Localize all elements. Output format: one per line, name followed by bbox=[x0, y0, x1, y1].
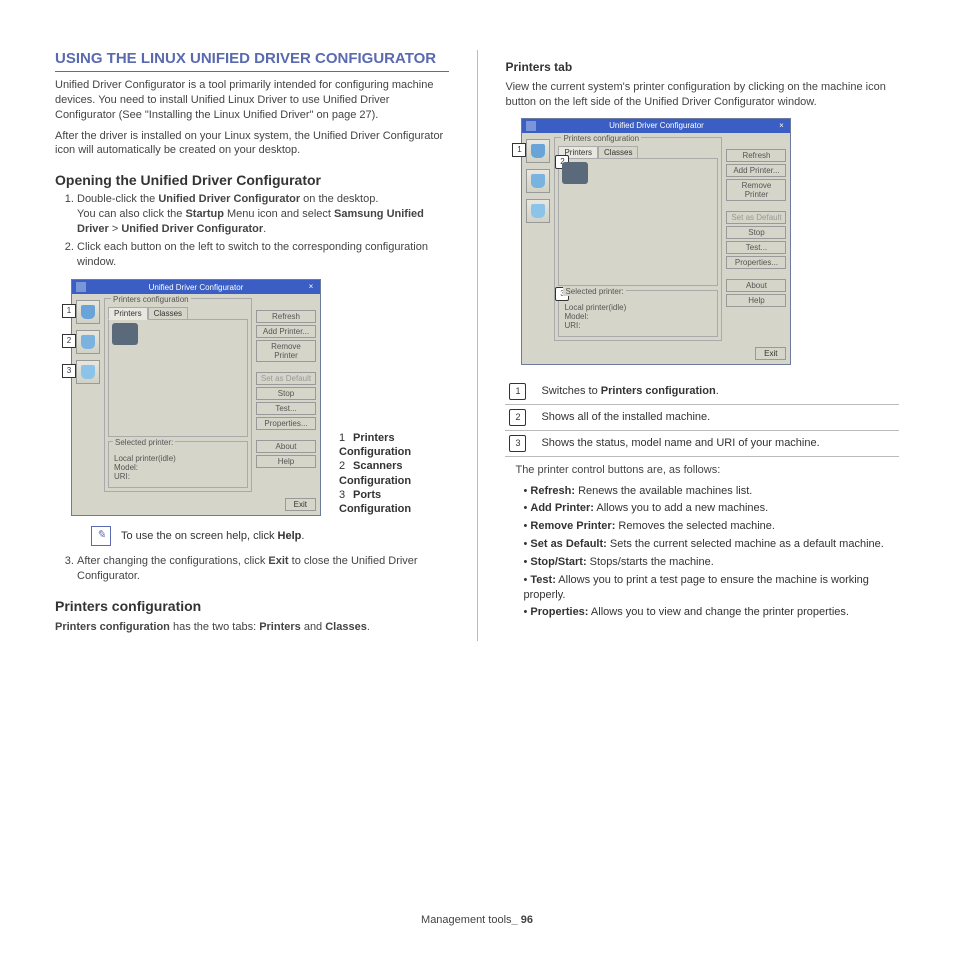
sidebar-ports-button[interactable] bbox=[526, 199, 550, 223]
test-button[interactable]: Test... bbox=[726, 241, 786, 254]
opening-heading: Opening the Unified Driver Configurator bbox=[55, 172, 449, 188]
selected-printer-info: Selected printer: Local printer(idle) Mo… bbox=[108, 441, 248, 488]
tab-printers[interactable]: Printers bbox=[108, 307, 148, 320]
remove-printer-button[interactable]: Remove Printer bbox=[726, 179, 786, 201]
selected-printer-info: 3 Selected printer: Local printer(idle) … bbox=[558, 290, 718, 337]
sidebar-printers-button[interactable]: 1 bbox=[76, 300, 100, 324]
stop-button[interactable]: Stop bbox=[726, 226, 786, 239]
printer-icon[interactable] bbox=[112, 323, 138, 345]
intro-para-1: Unified Driver Configurator is a tool pr… bbox=[55, 78, 449, 123]
test-button[interactable]: Test... bbox=[256, 402, 316, 415]
table-row: 1 Switches to Printers configuration. bbox=[505, 379, 899, 405]
close-icon[interactable]: × bbox=[776, 121, 786, 131]
sidebar-ports-button[interactable]: 3 bbox=[76, 360, 100, 384]
controls-intro: The printer control buttons are, as foll… bbox=[515, 463, 899, 478]
step-2: Click each button on the left to switch … bbox=[77, 240, 449, 270]
config-window-2: Unified Driver Configurator × 1 Printers… bbox=[521, 118, 791, 365]
step-1: Double-click the Unified Driver Configur… bbox=[77, 192, 449, 237]
callout-table: 1 Switches to Printers configuration. 2 … bbox=[505, 379, 899, 457]
exit-button[interactable]: Exit bbox=[755, 347, 786, 360]
help-button[interactable]: Help bbox=[726, 294, 786, 307]
printers-config-heading: Printers configuration bbox=[55, 598, 449, 614]
printers-config-text: Printers configuration has the two tabs:… bbox=[55, 620, 449, 635]
table-row: 2 Shows all of the installed machine. bbox=[505, 404, 899, 430]
refresh-button[interactable]: Refresh bbox=[726, 149, 786, 162]
default-button[interactable]: Set as Default bbox=[256, 372, 316, 385]
default-button[interactable]: Set as Default bbox=[726, 211, 786, 224]
printer-icon[interactable] bbox=[562, 162, 588, 184]
properties-button[interactable]: Properties... bbox=[726, 256, 786, 269]
printer-list: 2 bbox=[558, 158, 718, 286]
tab-classes[interactable]: Classes bbox=[148, 307, 188, 320]
stop-button[interactable]: Stop bbox=[256, 387, 316, 400]
sidebar-scanners-button[interactable] bbox=[526, 169, 550, 193]
figure-1-legend: 1Printers Configuration 2Scanners Config… bbox=[339, 431, 449, 517]
help-button[interactable]: Help bbox=[256, 455, 316, 468]
help-note: ✎ To use the on screen help, click Help. bbox=[55, 526, 449, 546]
config-window-1: Unified Driver Configurator × 1 2 3 Prin… bbox=[71, 279, 321, 516]
exit-button[interactable]: Exit bbox=[285, 498, 316, 511]
printers-tab-heading: Printers tab bbox=[505, 60, 899, 74]
close-icon[interactable]: × bbox=[306, 282, 316, 292]
sidebar-scanners-button[interactable]: 2 bbox=[76, 330, 100, 354]
printer-list bbox=[108, 319, 248, 437]
refresh-button[interactable]: Refresh bbox=[256, 310, 316, 323]
intro-para-2: After the driver is installed on your Li… bbox=[55, 129, 449, 159]
page-footer: Management tools_ 96 bbox=[0, 914, 954, 926]
step-3: After changing the configurations, click… bbox=[77, 554, 449, 584]
about-button[interactable]: About bbox=[256, 440, 316, 453]
about-button[interactable]: About bbox=[726, 279, 786, 292]
add-printer-button[interactable]: Add Printer... bbox=[256, 325, 316, 338]
remove-printer-button[interactable]: Remove Printer bbox=[256, 340, 316, 362]
properties-button[interactable]: Properties... bbox=[256, 417, 316, 430]
add-printer-button[interactable]: Add Printer... bbox=[726, 164, 786, 177]
window-titlebar: Unified Driver Configurator × bbox=[522, 119, 790, 133]
note-icon: ✎ bbox=[91, 526, 111, 546]
sidebar-printers-button[interactable]: 1 bbox=[526, 139, 550, 163]
window-titlebar: Unified Driver Configurator × bbox=[72, 280, 320, 294]
printers-tab-intro: View the current system's printer config… bbox=[505, 80, 899, 110]
main-heading: USING THE LINUX UNIFIED DRIVER CONFIGURA… bbox=[55, 50, 449, 72]
controls-list: Refresh: Renews the available machines l… bbox=[505, 484, 899, 621]
table-row: 3 Shows the status, model name and URI o… bbox=[505, 430, 899, 456]
